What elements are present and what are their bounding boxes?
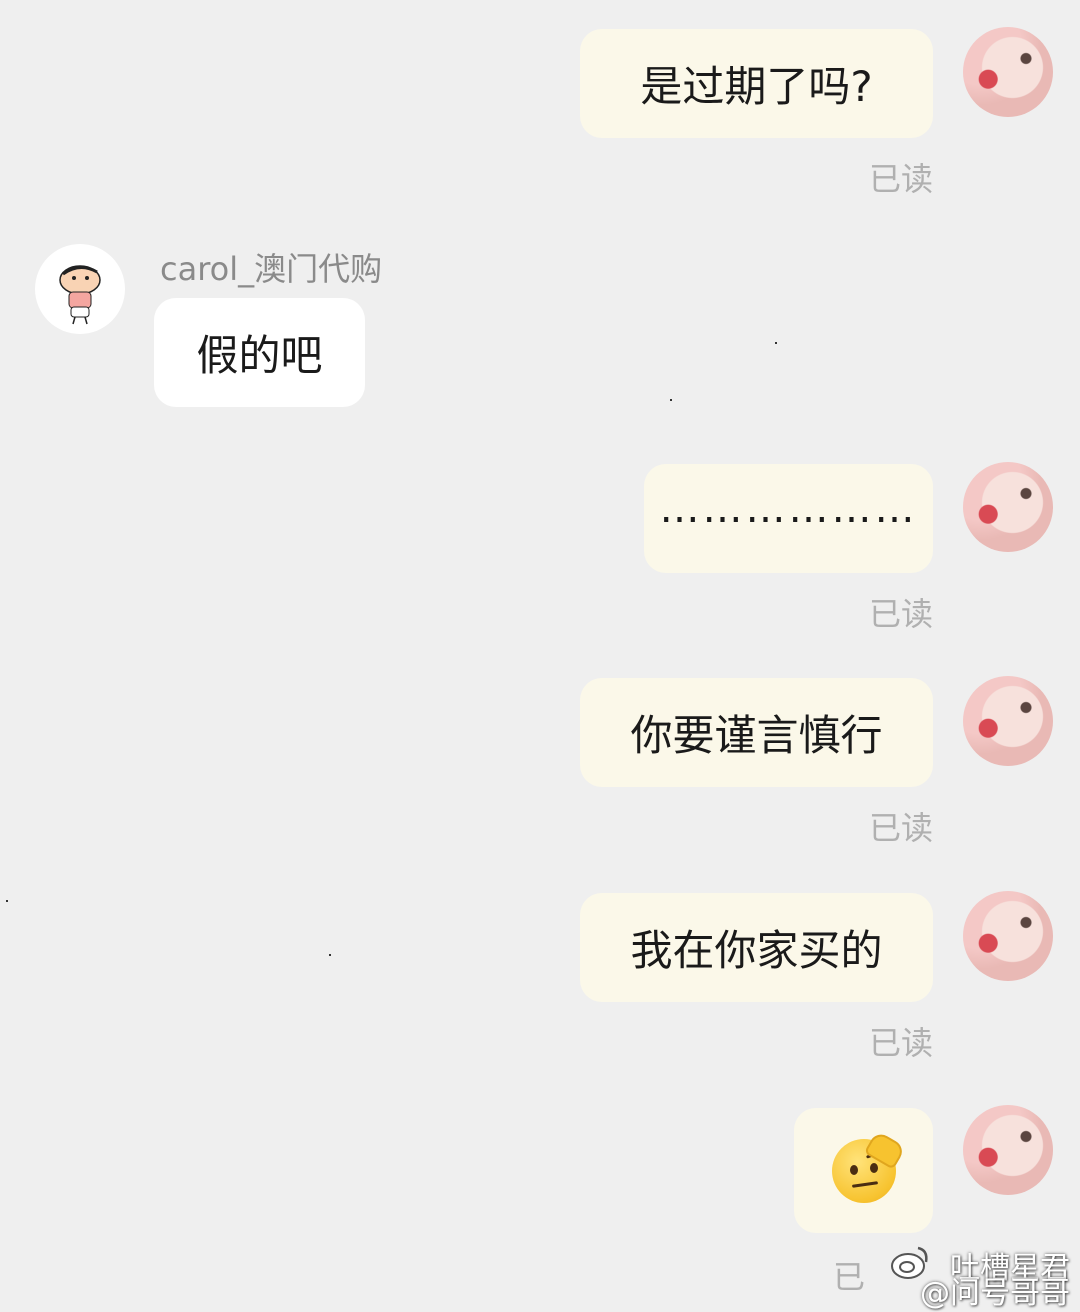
my-avatar[interactable] [963,462,1053,552]
message-bubble-outgoing[interactable]: ……………… [644,464,933,573]
my-avatar[interactable] [963,676,1053,766]
message-bubble-outgoing[interactable]: 我在你家买的 [580,893,933,1002]
message-bubble-outgoing[interactable] [794,1108,933,1233]
my-avatar[interactable] [963,1105,1053,1195]
message-text: 假的吧 [196,331,323,380]
image-speck [329,954,331,956]
read-status: 已读 [868,595,933,633]
read-status: 已读 [868,809,933,847]
my-avatar[interactable] [963,891,1053,981]
raised-eyebrow-face-icon [831,1129,906,1203]
image-speck [6,900,8,902]
message-text: 你要谨言慎行 [630,711,883,760]
message-text: 是过期了吗? [640,62,873,111]
image-speck [775,342,777,344]
read-status: 已读 [868,160,933,198]
message-text: ……………… [659,485,918,532]
contact-username: carol_澳门代购 [160,250,383,288]
watermark-line2: @问号哥哥 [920,1276,1070,1311]
message-bubble-outgoing[interactable]: 是过期了吗? [580,29,933,138]
image-speck [670,399,672,401]
message-bubble-incoming[interactable]: 假的吧 [154,298,365,407]
message-text: 我在你家买的 [630,926,883,975]
my-avatar[interactable] [963,27,1053,117]
read-status: 已 [832,1258,865,1296]
crayon-shinchan-avatar-icon [59,265,101,325]
read-status: 已读 [868,1024,933,1062]
message-bubble-outgoing[interactable]: 你要谨言慎行 [580,678,933,787]
contact-avatar[interactable] [35,244,125,334]
